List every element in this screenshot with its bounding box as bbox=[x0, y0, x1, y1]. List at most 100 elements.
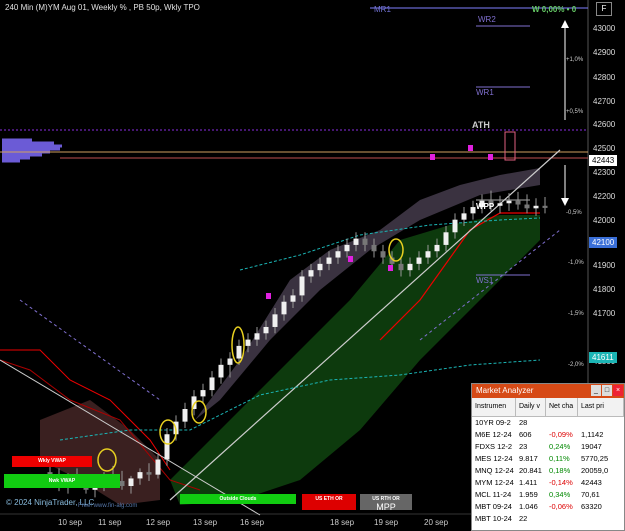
cell-net-change: 0,34% bbox=[549, 490, 571, 499]
cell-daily-vol: 1.411 bbox=[519, 478, 538, 487]
candle-body bbox=[209, 377, 215, 391]
date-tick: 16 sep bbox=[240, 518, 265, 527]
price-tick: 42900 bbox=[593, 48, 616, 57]
price-tick: 41700 bbox=[593, 309, 616, 318]
market-analyzer-titlebar[interactable]: Market Analyzer _ □ × bbox=[472, 384, 624, 398]
price-marker: 42100 bbox=[589, 237, 618, 248]
table-row[interactable]: 10YR 09-2 28 bbox=[472, 417, 624, 429]
price-tick: 41800 bbox=[593, 285, 616, 294]
cell-net-change bbox=[546, 513, 578, 525]
cell-instrument: MNQ 12-24 bbox=[475, 466, 514, 475]
table-row[interactable]: MNQ 12-24 20.841 0,18% 20059,0 bbox=[472, 465, 624, 477]
candle-body bbox=[434, 244, 440, 252]
signal-marker bbox=[348, 256, 353, 262]
table-row[interactable]: MES 12-24 9.817 0,11% 5770,25 bbox=[472, 453, 624, 465]
candle-body bbox=[353, 238, 359, 245]
pct-label: +1,0% bbox=[566, 57, 584, 63]
candle-body bbox=[272, 314, 278, 327]
price-tick: 43000 bbox=[593, 24, 616, 33]
cell-daily-vol: 1.959 bbox=[519, 490, 538, 499]
price-tick: 42200 bbox=[593, 192, 616, 201]
market-analyzer-window[interactable]: Market Analyzer _ □ × Instrumen Daily v … bbox=[471, 383, 625, 531]
col-daily-volume[interactable]: Daily v bbox=[516, 398, 546, 416]
cell-last: 70,61 bbox=[581, 490, 600, 499]
candle-body bbox=[362, 238, 368, 245]
price-tick: 42000 bbox=[593, 216, 616, 225]
chart-title: 240 Min (M)YM Aug 01, Weekly % , PB 50p,… bbox=[5, 3, 200, 12]
col-last-price[interactable]: Last pri bbox=[578, 398, 624, 416]
table-row[interactable]: FDXS 12-2 23 0,24% 19047 bbox=[472, 441, 624, 453]
table-row[interactable]: MBT 10-24 22 bbox=[472, 513, 624, 525]
candle-body bbox=[254, 333, 260, 340]
date-tick: 20 sep bbox=[424, 518, 449, 527]
signal-marker bbox=[488, 154, 493, 160]
table-row[interactable]: MBT 09-24 1.046 -0,06% 63320 bbox=[472, 501, 624, 513]
col-instrument[interactable]: Instrumen bbox=[472, 398, 516, 416]
cell-instrument: MES 12-24 bbox=[475, 454, 513, 463]
cell-instrument: FDXS 12-2 bbox=[475, 442, 513, 451]
level-wpp: WPP bbox=[476, 202, 495, 211]
pct-label: -1,5% bbox=[568, 311, 584, 317]
cell-instrument: 10YR 09-2 bbox=[475, 418, 511, 427]
cell-instrument: MYM 12-24 bbox=[475, 478, 514, 487]
cell-last bbox=[578, 417, 624, 429]
pct-label: -0,5% bbox=[566, 210, 582, 216]
price-tick: 42300 bbox=[593, 168, 616, 177]
mpp-label: MPP bbox=[376, 502, 396, 512]
ath-box bbox=[504, 131, 516, 161]
cell-net-change: -0,06% bbox=[549, 502, 573, 511]
candle-body bbox=[308, 270, 314, 277]
cell-daily-vol: 28 bbox=[519, 418, 528, 427]
cell-daily-vol: 23 bbox=[519, 442, 528, 451]
level-ath: ATH bbox=[472, 120, 490, 130]
signal-marker bbox=[388, 265, 393, 271]
candle-body bbox=[227, 358, 233, 365]
market-analyzer-title: Market Analyzer bbox=[476, 386, 534, 395]
price-tick: 42600 bbox=[593, 120, 616, 129]
candle-body bbox=[245, 339, 251, 346]
candle-body bbox=[299, 276, 305, 296]
level-ws1: WS1 bbox=[476, 276, 494, 285]
market-analyzer-header: Instrumen Daily v Net cha Last pri bbox=[472, 398, 624, 417]
cell-daily-vol: 9.817 bbox=[519, 454, 538, 463]
candle-body bbox=[416, 257, 422, 264]
candle-body bbox=[155, 459, 161, 475]
cell-daily-vol: 20.841 bbox=[519, 466, 542, 475]
weekly-vwap-box: Wkly VWAP bbox=[12, 456, 92, 467]
website-watermark: Free! www.fin-alg.com bbox=[78, 503, 138, 509]
minimize-button[interactable]: _ bbox=[591, 385, 601, 396]
candle-body bbox=[218, 364, 224, 378]
candle-body bbox=[290, 295, 296, 302]
date-tick: 11 sep bbox=[98, 518, 122, 527]
cell-net-change: -0,14% bbox=[549, 478, 573, 487]
cell-net-change: -0,09% bbox=[549, 430, 573, 439]
candle-body bbox=[335, 251, 341, 258]
date-tick: 18 sep bbox=[330, 518, 355, 527]
date-tick: 19 sep bbox=[374, 518, 399, 527]
volume-profile-bar bbox=[2, 153, 42, 157]
cell-instrument: MBT 10-24 bbox=[475, 514, 512, 523]
scale-toggle-button[interactable]: F bbox=[596, 2, 612, 16]
arrow-up-icon bbox=[561, 20, 569, 28]
cell-last: 5770,25 bbox=[581, 454, 609, 463]
close-button[interactable]: × bbox=[613, 385, 623, 396]
cell-last bbox=[578, 513, 624, 525]
candle-body bbox=[533, 205, 539, 209]
candle-body bbox=[137, 472, 143, 479]
candle-body bbox=[146, 472, 152, 475]
date-tick: 12 sep bbox=[146, 518, 171, 527]
candle-body bbox=[443, 232, 449, 245]
signal-marker bbox=[468, 145, 473, 151]
col-net-change[interactable]: Net cha bbox=[546, 398, 578, 416]
candle-body bbox=[524, 204, 530, 209]
volume-profile-bar bbox=[2, 147, 60, 151]
candle-body bbox=[344, 244, 350, 252]
table-row[interactable]: MCL 11-24 1.959 0,34% 70,61 bbox=[472, 489, 624, 501]
price-tick: 42800 bbox=[593, 73, 616, 82]
candle-body bbox=[119, 480, 125, 487]
maximize-button[interactable]: □ bbox=[602, 385, 612, 396]
nwk-vwap-box: Nwk VWAP bbox=[4, 474, 120, 488]
table-row[interactable]: MYM 12-24 1.411 -0,14% 42443 bbox=[472, 477, 624, 489]
table-row[interactable]: M6E 12-24 606 -0,09% 1,1142 bbox=[472, 429, 624, 441]
cell-net-change: 0,11% bbox=[549, 454, 570, 463]
